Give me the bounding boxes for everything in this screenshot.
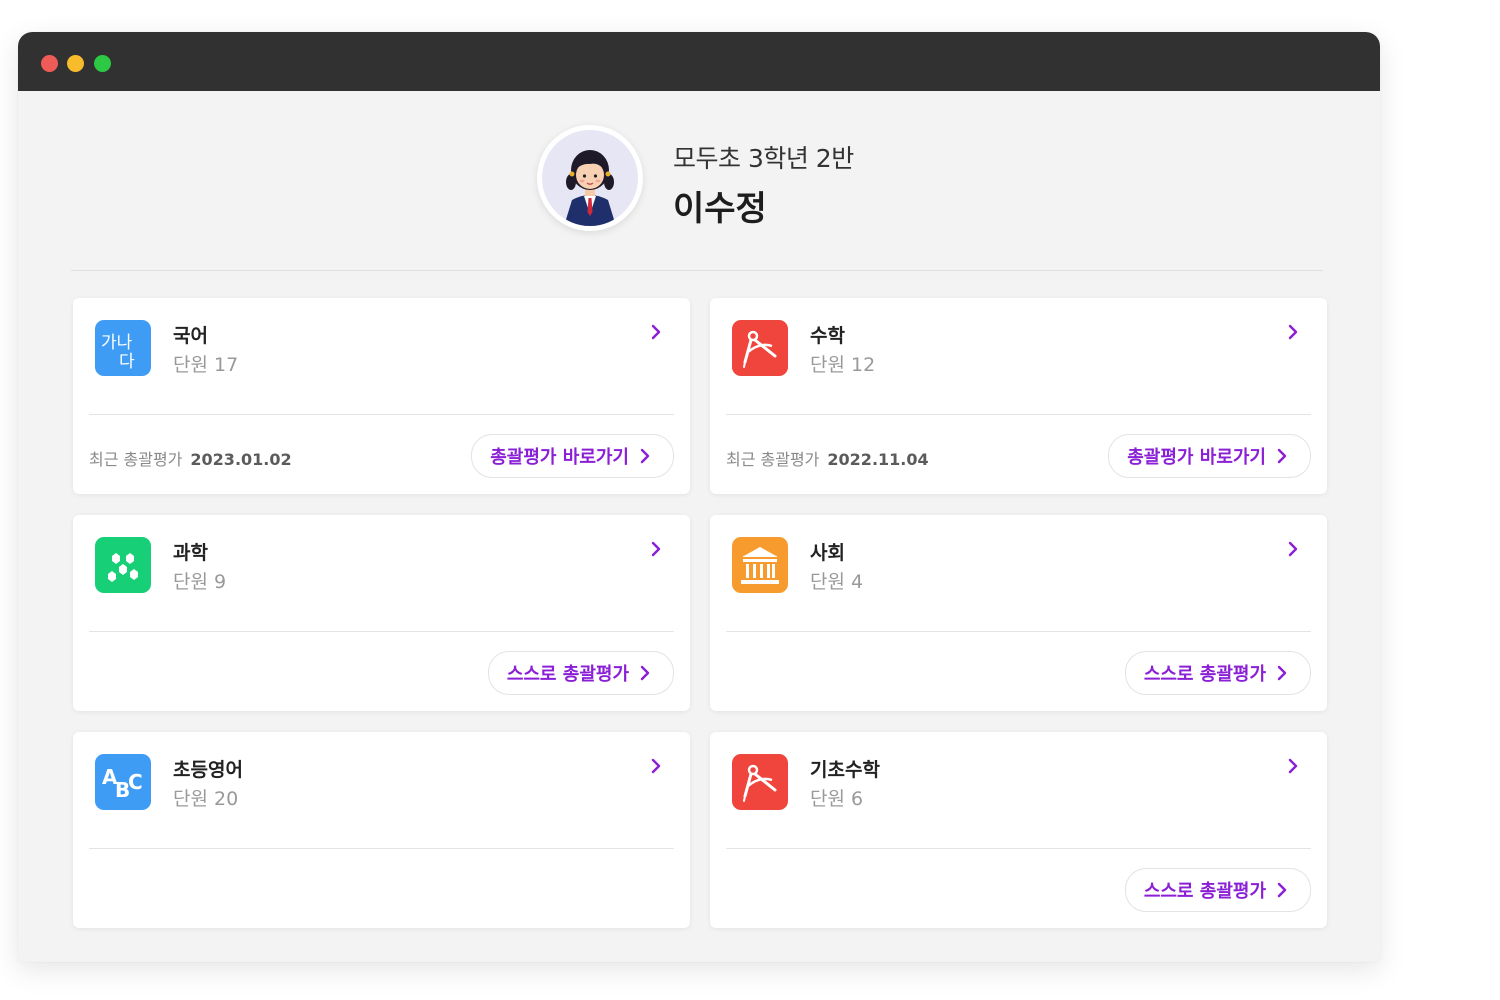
student-profile: 모두초 3학년 2반 이수정: [18, 91, 1380, 271]
subject-title: 초등영어: [173, 759, 243, 781]
card-divider: [89, 414, 674, 415]
chevron-right-icon[interactable]: [644, 320, 668, 344]
school-class-label: 모두초 3학년 2반: [673, 144, 854, 173]
subject-title: 과학: [173, 542, 208, 564]
minimize-window-button[interactable]: [67, 55, 84, 72]
chevron-right-icon[interactable]: [1281, 320, 1305, 344]
action-label: 스스로 총괄평가: [1143, 664, 1266, 685]
subject-card-english[interactable]: A B C 초등영어 단원 20: [73, 732, 690, 928]
chevron-right-icon: [640, 448, 650, 464]
subject-title: 수학: [810, 325, 845, 347]
chevron-right-icon[interactable]: [1281, 537, 1305, 561]
subject-card-korean[interactable]: 가나 다 국어 단원 17 최근 총괄평가 2023.01.02 총괄평가 바로가…: [73, 298, 690, 494]
recent-assessment-label: 최근 총괄평가: [89, 450, 183, 469]
building-icon: [732, 537, 788, 593]
chevron-right-icon: [1277, 665, 1287, 681]
subject-title: 기초수학: [810, 759, 880, 781]
card-divider: [89, 631, 674, 632]
recent-assessment-label: 최근 총괄평가: [726, 450, 820, 469]
self-assessment-button[interactable]: 스스로 총괄평가: [1124, 868, 1311, 912]
chevron-right-icon[interactable]: [644, 754, 668, 778]
svg-text:C: C: [128, 770, 143, 794]
self-assessment-button[interactable]: 스스로 총괄평가: [487, 651, 674, 695]
unit-count: 단원 12: [810, 354, 876, 376]
chevron-right-icon[interactable]: [644, 537, 668, 561]
subject-card-social[interactable]: 사회 단원 4 스스로 총괄평가: [710, 515, 1327, 711]
close-window-button[interactable]: [41, 55, 58, 72]
unit-count: 단원 9: [173, 571, 227, 593]
self-assessment-button[interactable]: 스스로 총괄평가: [1124, 651, 1311, 695]
compass-icon: [732, 320, 788, 376]
subject-title: 사회: [810, 542, 845, 564]
subject-card-science[interactable]: 과학 단원 9 스스로 총괄평가: [73, 515, 690, 711]
action-label: 스스로 총괄평가: [1143, 881, 1266, 902]
title-bar: [18, 32, 1380, 91]
chevron-right-icon: [1277, 882, 1287, 898]
chevron-right-icon[interactable]: [1281, 754, 1305, 778]
chevron-right-icon: [640, 665, 650, 681]
molecule-icon: [95, 537, 151, 593]
card-divider: [726, 848, 1311, 849]
card-divider: [89, 848, 674, 849]
svg-text:다: 다: [119, 352, 135, 372]
go-to-assessment-button[interactable]: 총괄평가 바로가기: [1108, 434, 1311, 478]
hangul-icon: 가나 다: [95, 320, 151, 376]
svg-text:가나: 가나: [101, 333, 133, 353]
unit-count: 단원 6: [810, 788, 864, 810]
recent-assessment: 최근 총괄평가 2023.01.02: [89, 446, 292, 470]
compass-icon: [732, 754, 788, 810]
chevron-right-icon: [1277, 448, 1287, 464]
maximize-window-button[interactable]: [94, 55, 111, 72]
recent-assessment-date: 2022.11.04: [827, 450, 929, 469]
card-divider: [726, 631, 1311, 632]
subject-card-basic-math[interactable]: 기초수학 단원 6 스스로 총괄평가: [710, 732, 1327, 928]
action-label: 총괄평가 바로가기: [1127, 447, 1266, 468]
action-label: 스스로 총괄평가: [506, 664, 629, 685]
card-divider: [726, 414, 1311, 415]
unit-count: 단원 20: [173, 788, 239, 810]
abc-icon: A B C: [95, 754, 151, 810]
app-window: 모두초 3학년 2반 이수정 가나 다 국어 단원 17 최근 총괄평가 2023…: [18, 32, 1380, 962]
student-name: 이수정: [673, 189, 767, 229]
subject-card-math[interactable]: 수학 단원 12 최근 총괄평가 2022.11.04 총괄평가 바로가기: [710, 298, 1327, 494]
recent-assessment: 최근 총괄평가 2022.11.04: [726, 446, 929, 470]
go-to-assessment-button[interactable]: 총괄평가 바로가기: [471, 434, 674, 478]
unit-count: 단원 4: [810, 571, 864, 593]
subject-title: 국어: [173, 325, 208, 347]
recent-assessment-date: 2023.01.02: [190, 450, 292, 469]
avatar: [537, 125, 643, 231]
student-avatar-icon: [564, 150, 616, 226]
divider: [71, 270, 1323, 271]
unit-count: 단원 17: [173, 354, 239, 376]
action-label: 총괄평가 바로가기: [490, 447, 629, 468]
